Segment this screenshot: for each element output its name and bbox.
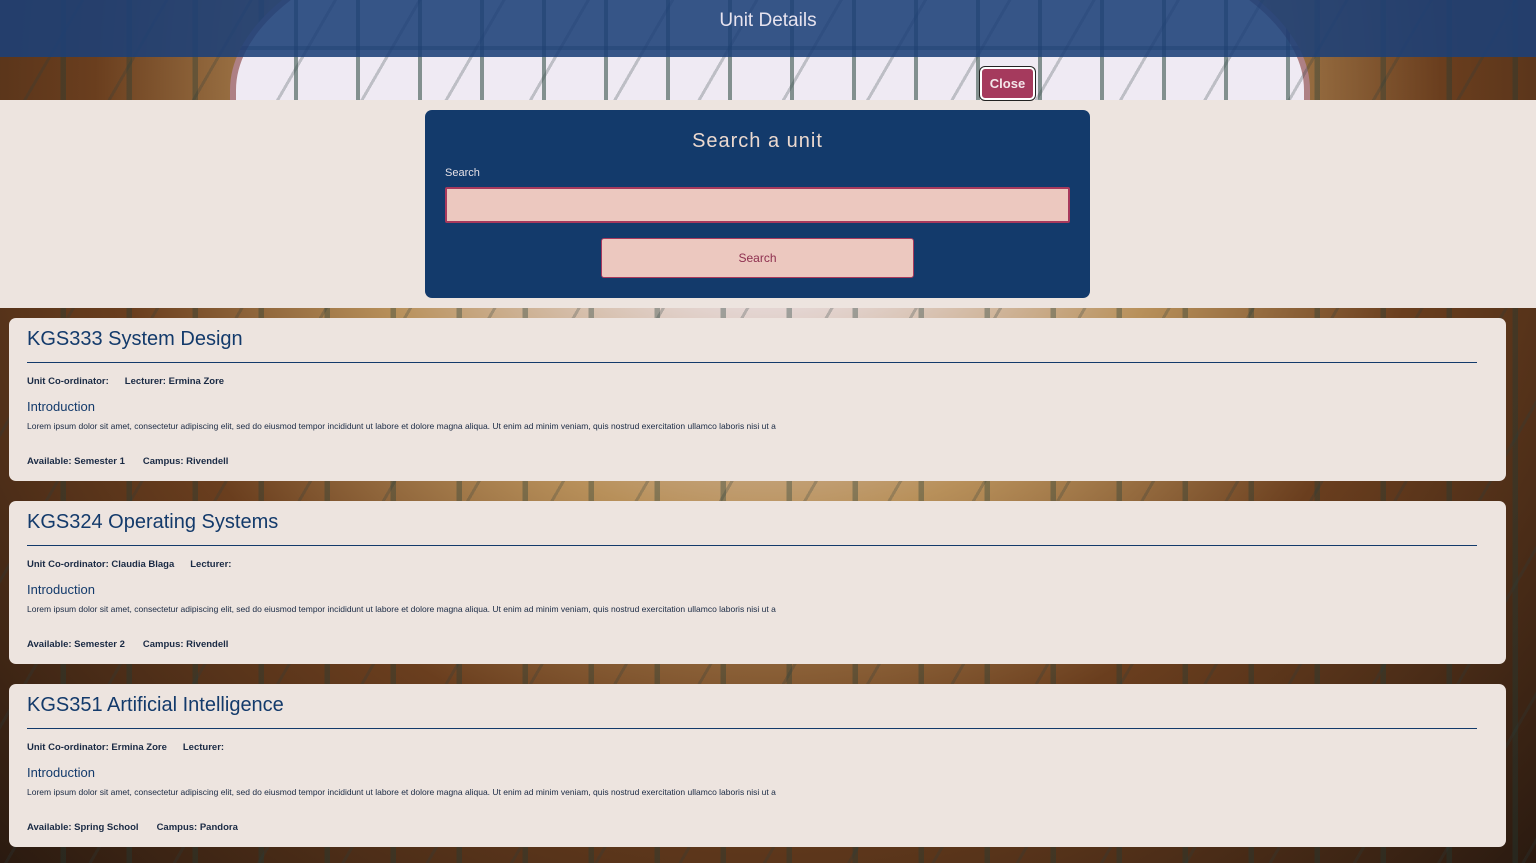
intro-heading: Introduction [27, 582, 95, 597]
intro-heading: Introduction [27, 399, 95, 414]
unit-staff: Unit Co-ordinator: Claudia Blaga Lecture… [27, 559, 231, 570]
unit-card: KGS333 System Design Unit Co-ordinator: … [9, 318, 1506, 481]
unit-title: KGS324 Operating Systems [27, 511, 279, 533]
unit-availability: Available: Semester 2 [27, 639, 125, 650]
search-button[interactable]: Search [601, 238, 914, 278]
unit-card: KGS324 Operating Systems Unit Co-ordinat… [9, 501, 1506, 664]
unit-coordinator: Unit Co-ordinator: [27, 376, 109, 387]
unit-campus: Campus: Rivendell [142, 456, 229, 467]
intro-text: Lorem ipsum dolor sit amet, consectetur … [27, 421, 776, 431]
search-section: Search a unit Search Search [0, 100, 1536, 308]
close-button[interactable]: Close [980, 67, 1035, 100]
unit-meta: Available: Semester 2 Campus: Rivendell [27, 639, 228, 650]
unit-coordinator: Unit Co-ordinator: Claudia Blaga [27, 559, 175, 570]
unit-lecturer: Lecturer: Ermina Zore [124, 376, 225, 387]
intro-text: Lorem ipsum dolor sit amet, consectetur … [27, 604, 776, 614]
unit-lecturer: Lecturer: [182, 742, 225, 753]
search-card: Search a unit Search Search [425, 110, 1090, 298]
unit-meta: Available: Spring School Campus: Pandora [27, 822, 238, 833]
page-header: Unit Details [0, 0, 1536, 57]
unit-campus: Campus: Rivendell [142, 639, 229, 650]
unit-coordinator: Unit Co-ordinator: Ermina Zore [27, 742, 167, 753]
unit-lecturer: Lecturer: [190, 559, 232, 570]
divider [27, 728, 1477, 729]
search-input[interactable] [445, 187, 1070, 223]
unit-card: KGS351 Artificial Intelligence Unit Co-o… [9, 684, 1506, 847]
unit-staff: Unit Co-ordinator: Lecturer: Ermina Zore [27, 376, 224, 387]
unit-staff: Unit Co-ordinator: Ermina Zore Lecturer: [27, 742, 224, 753]
unit-title: KGS351 Artificial Intelligence [27, 694, 284, 716]
search-label: Search [445, 167, 480, 179]
unit-availability: Available: Semester 1 [27, 456, 125, 467]
page-title: Unit Details [719, 9, 817, 31]
divider [27, 545, 1477, 546]
unit-campus: Campus: Pandora [156, 822, 238, 833]
unit-title: KGS333 System Design [27, 328, 243, 350]
intro-heading: Introduction [27, 765, 95, 780]
unit-availability: Available: Spring School [27, 822, 139, 833]
intro-text: Lorem ipsum dolor sit amet, consectetur … [27, 787, 776, 797]
search-title: Search a unit [692, 130, 823, 152]
unit-meta: Available: Semester 1 Campus: Rivendell [27, 456, 228, 467]
divider [27, 362, 1477, 363]
